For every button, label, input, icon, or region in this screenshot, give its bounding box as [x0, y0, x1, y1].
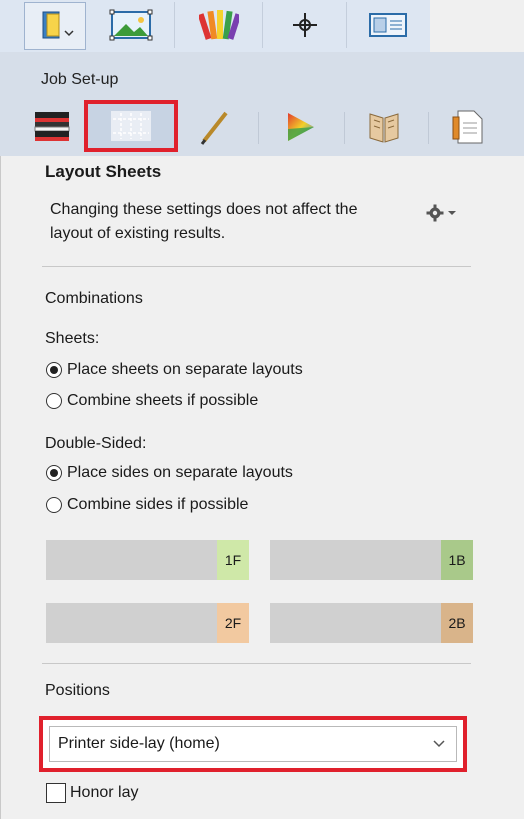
image-icon	[109, 9, 153, 41]
positions-dropdown-highlight: Printer side-lay (home)	[39, 716, 467, 772]
sheet-preview-1b: 1B	[270, 540, 473, 580]
tab-binding[interactable]	[356, 104, 412, 150]
color-triangle-icon	[288, 113, 314, 141]
radio-label: Place sheets on separate layouts	[67, 361, 303, 378]
book-open-icon	[369, 113, 399, 143]
tab-layout-sheets[interactable]	[84, 100, 178, 152]
positions-dropdown[interactable]: Printer side-lay (home)	[49, 726, 457, 762]
job-setup-panel: Job Set-up Layout Sheets Changing these …	[0, 0, 524, 819]
images-button[interactable]	[88, 2, 175, 48]
honor-lay-checkbox[interactable]	[46, 783, 66, 803]
sheet-tag: 1B	[441, 540, 473, 580]
layout-sheets-content: Layout Sheets Changing these settings do…	[0, 156, 524, 819]
tab-documents[interactable]	[440, 104, 496, 150]
tab-color[interactable]	[272, 104, 328, 150]
chevron-down-icon	[433, 740, 445, 748]
radio-sheets-combine[interactable]: Combine sheets if possible	[46, 392, 258, 410]
chevron-down-icon	[448, 211, 456, 215]
section-description: Changing these settings does not affect …	[50, 201, 358, 242]
sheets-label: Sheets:	[45, 330, 100, 347]
tab-separator	[258, 112, 259, 144]
sheet-tag: 2B	[441, 603, 473, 643]
tab-marks[interactable]	[188, 104, 244, 150]
document-icon	[452, 110, 483, 144]
target-button[interactable]	[264, 2, 347, 48]
settings-menu-button[interactable]	[426, 204, 457, 222]
combinations-label: Combinations	[45, 290, 143, 307]
book-icon	[42, 11, 74, 39]
tab-separator	[428, 112, 429, 144]
job-setup-title: Job Set-up	[41, 71, 119, 88]
job-setup-header: Job Set-up	[0, 52, 524, 156]
pen-icon	[200, 111, 228, 145]
radio-label: Combine sheets if possible	[67, 392, 259, 409]
display-button[interactable]	[348, 2, 428, 48]
sheet-preview-2b: 2B	[270, 603, 473, 643]
radio-label: Place sides on separate layouts	[67, 464, 293, 481]
sheet-preview-1f: 1F	[46, 540, 249, 580]
honor-lay-label: Honor lay	[70, 784, 139, 801]
printer-icon	[34, 112, 70, 141]
color-swatch-icon	[199, 10, 239, 40]
window-icon	[369, 13, 407, 37]
sheet-grid-icon	[111, 111, 151, 141]
sheet-tag: 1F	[217, 540, 249, 580]
tab-separator	[344, 112, 345, 144]
radio-button-checked[interactable]	[46, 465, 62, 481]
gear-icon	[426, 204, 444, 222]
sheet-tag: 2F	[217, 603, 249, 643]
tab-printer[interactable]	[24, 104, 80, 150]
positions-selected-value: Printer side-lay (home)	[58, 735, 220, 752]
crosshair-icon	[293, 13, 317, 37]
radio-sheets-separate[interactable]: Place sheets on separate layouts	[46, 361, 303, 379]
job-properties-button[interactable]	[24, 2, 86, 50]
divider	[42, 266, 471, 267]
radio-button[interactable]	[46, 393, 62, 409]
double-sided-label: Double-Sided:	[45, 435, 147, 452]
radio-sides-separate[interactable]: Place sides on separate layouts	[46, 464, 293, 482]
radio-button[interactable]	[46, 497, 62, 513]
radio-label: Combine sides if possible	[67, 496, 249, 513]
radio-button-checked[interactable]	[46, 362, 62, 378]
colors-button[interactable]	[176, 2, 263, 48]
sheet-preview-2f: 2F	[46, 603, 249, 643]
divider	[42, 663, 471, 664]
section-title: Layout Sheets	[45, 162, 162, 181]
positions-label: Positions	[45, 682, 110, 699]
honor-lay-checkbox-row[interactable]: Honor lay	[46, 783, 138, 803]
toolbar-spacer	[430, 0, 524, 52]
top-toolbar	[0, 0, 430, 53]
radio-sides-combine[interactable]: Combine sides if possible	[46, 496, 248, 514]
